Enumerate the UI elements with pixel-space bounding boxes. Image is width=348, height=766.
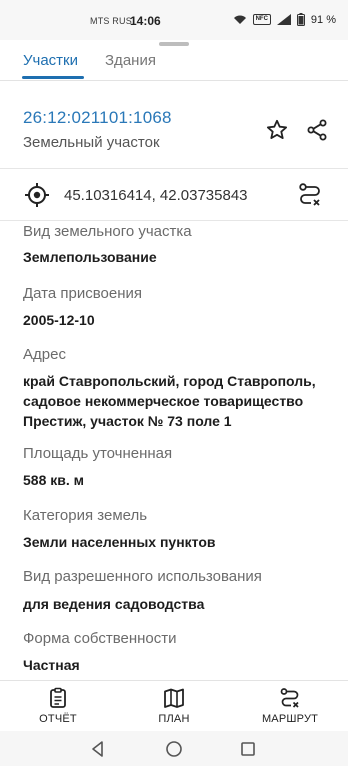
report-icon xyxy=(50,687,66,708)
divider xyxy=(0,220,348,221)
plan-label: ПЛАН xyxy=(158,713,190,725)
route-button[interactable]: МАРШРУТ xyxy=(250,687,330,725)
status-icons: NFC 91 % xyxy=(233,13,336,26)
star-icon xyxy=(267,119,287,139)
coordinates-text[interactable]: 45.10316414, 42.03735843 xyxy=(64,187,248,204)
field-label-land-type: Вид земельного участка xyxy=(23,223,192,240)
field-label-assign-date: Дата присвоения xyxy=(23,285,142,302)
report-button[interactable]: ОТЧЁТ xyxy=(18,687,98,725)
favorite-button[interactable] xyxy=(263,116,291,144)
plan-button[interactable]: ПЛАН xyxy=(134,687,214,725)
route-label: МАРШРУТ xyxy=(261,713,319,725)
carrier-label: MTS RUS xyxy=(90,16,132,26)
field-label-land-category: Категория земель xyxy=(23,507,148,524)
field-label-area: Площадь уточненная xyxy=(23,445,173,462)
home-icon[interactable] xyxy=(164,739,184,759)
status-bar: MTS RUS 14:06 NFC 91 % xyxy=(0,0,348,40)
system-navigation-bar xyxy=(0,731,348,766)
object-type: Земельный участок xyxy=(23,134,160,151)
recent-apps-icon[interactable] xyxy=(238,739,258,759)
battery-percent: 91 % xyxy=(310,13,336,26)
tab-buildings[interactable]: Здания xyxy=(105,52,156,69)
bottom-action-bar: ОТЧЁТ ПЛАН МАРШРУТ xyxy=(0,681,348,731)
report-label: ОТЧЁТ xyxy=(39,713,77,725)
divider xyxy=(0,80,348,81)
field-value-land-type: Землепользование xyxy=(23,249,157,265)
field-value-address: край Ставропольский, город Ставрополь, с… xyxy=(23,373,316,429)
back-icon[interactable] xyxy=(88,739,108,759)
signal-icon xyxy=(276,14,291,25)
tab-parcels[interactable]: Участки xyxy=(23,52,78,69)
route-icon xyxy=(280,688,299,708)
cadastral-number[interactable]: 26:12:021101:1068 xyxy=(23,108,172,128)
route-icon[interactable] xyxy=(297,182,323,208)
tab-bar: Участки Здания xyxy=(0,46,348,80)
field-label-permitted-use: Вид разрешенного использования xyxy=(23,568,262,585)
location-target-icon[interactable] xyxy=(24,182,50,208)
field-value-area: 588 кв. м xyxy=(23,472,84,488)
nfc-icon: NFC xyxy=(252,14,271,25)
divider xyxy=(0,168,348,169)
wifi-icon xyxy=(233,15,246,24)
clock: 14:06 xyxy=(130,14,161,28)
share-icon xyxy=(307,119,327,141)
share-button[interactable] xyxy=(303,116,331,144)
field-label-address: Адрес xyxy=(23,346,66,363)
active-tab-indicator xyxy=(22,76,84,79)
battery-icon xyxy=(296,13,305,26)
field-value-ownership: Частная xyxy=(23,657,80,673)
field-value-land-category: Земли населенных пунктов xyxy=(23,534,216,550)
field-label-ownership: Форма собственности xyxy=(23,630,177,647)
field-value-assign-date: 2005-12-10 xyxy=(23,312,95,328)
map-icon xyxy=(164,688,184,708)
field-value-permitted-use: для ведения садоводства xyxy=(23,596,205,612)
